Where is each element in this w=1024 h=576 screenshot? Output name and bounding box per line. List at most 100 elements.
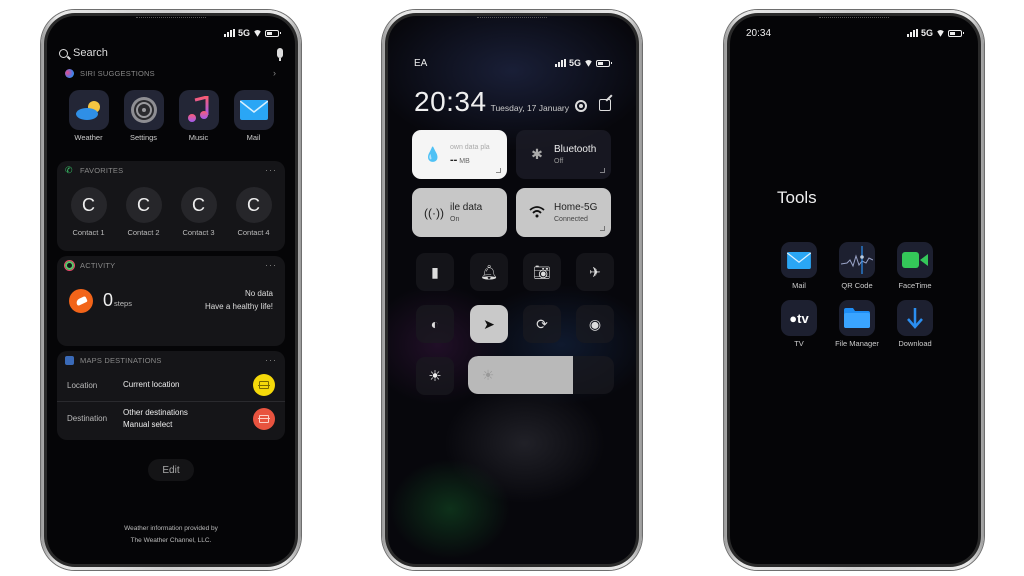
battery-icon <box>596 59 612 67</box>
signal-icon <box>223 29 235 37</box>
expand-handle-icon <box>600 226 605 231</box>
app-mail[interactable]: Mail <box>770 242 828 290</box>
favorite-contact[interactable]: C Contact 4 <box>227 187 281 237</box>
search-bar[interactable]: Search <box>59 44 283 62</box>
status-bar: 5G <box>63 26 281 40</box>
app-qr-code[interactable]: QR Code <box>828 242 886 290</box>
wifi-tile[interactable]: Home-5G Connected <box>516 188 611 237</box>
widget-title: MAPS DESTINATIONS <box>80 355 162 365</box>
app-label: FaceTime <box>898 281 932 290</box>
clock-header: 20:34 Tuesday, 17 January <box>414 86 569 118</box>
wifi-icon <box>253 30 262 37</box>
app-label: Download <box>898 339 932 348</box>
row-value: Current location <box>123 380 180 389</box>
speaker-grille <box>136 17 206 19</box>
steps-count: 0 <box>103 290 114 311</box>
app-facetime[interactable]: FaceTime <box>886 242 944 290</box>
attribution-line: Weather information provided by <box>124 525 218 532</box>
contact-name: Contact 4 <box>237 228 270 237</box>
app-label: Mail <box>792 281 806 290</box>
avatar: C <box>180 187 217 223</box>
wifi-icon <box>936 30 945 37</box>
phone-today-view: 5G Search SIRI SUGGESTIONS › Weather Set… <box>41 10 301 570</box>
notifications-toggle[interactable]: 🔔︎ <box>470 253 508 291</box>
favorite-contact[interactable]: C Contact 2 <box>117 187 171 237</box>
download-icon <box>897 300 933 336</box>
flashlight-icon: ▮ <box>431 263 439 280</box>
airplane-icon: ✈ <box>589 263 601 280</box>
rotation-lock-toggle[interactable]: ⟳ <box>523 305 561 343</box>
app-music[interactable]: Music <box>174 90 224 142</box>
app-tv[interactable]: ●tv TV <box>770 300 828 348</box>
scan-button[interactable] <box>253 374 275 396</box>
tile-state: Connected <box>554 216 588 223</box>
widget-title: ACTIVITY <box>80 260 116 270</box>
app-mail[interactable]: Mail <box>229 90 279 142</box>
water-drop-icon: 💧 <box>424 146 442 162</box>
location-toggle[interactable]: ➤ <box>470 305 508 343</box>
favorite-contact[interactable]: C Contact 1 <box>62 187 116 237</box>
folder-title[interactable]: Tools <box>777 188 817 208</box>
app-label: File Manager <box>835 339 879 348</box>
phone-icon: ✆ <box>65 164 73 175</box>
row-value: Other destinations <box>123 407 188 417</box>
app-settings[interactable]: Settings <box>119 90 169 142</box>
favorites-widget: ✆ FAVORITES ··· C Contact 1 C Contact 2 CC… <box>57 161 285 251</box>
contact-name: Contact 3 <box>182 228 215 237</box>
folder-app-grid: Mail QR Code FaceTime ●tv TV File Manage… <box>770 242 950 348</box>
folder-icon <box>839 300 875 336</box>
status-bar: 20:34 5G <box>746 26 964 40</box>
weather-icon <box>68 90 109 130</box>
clock: 20:34 <box>414 86 487 117</box>
search-input[interactable]: Search <box>73 47 277 59</box>
data-plan-tile[interactable]: 💧 own data pla -- MB <box>412 130 507 179</box>
date: Tuesday, 17 January <box>490 103 570 113</box>
favorite-contact[interactable]: C Contact 3 <box>172 187 226 237</box>
contact-name: Contact 2 <box>127 228 160 237</box>
bluetooth-off-icon: ✱ <box>531 146 543 162</box>
mobile-data-tile[interactable]: ((·)) ile data On <box>412 188 507 237</box>
app-weather[interactable]: Weather <box>64 90 114 142</box>
screen-record-toggle[interactable]: ◉ <box>576 305 614 343</box>
camera-icon: 📷︎ <box>533 263 551 280</box>
search-icon <box>59 48 68 58</box>
edit-button[interactable]: Edit <box>148 459 194 481</box>
expand-handle-icon <box>496 168 501 173</box>
siri-suggestions-widget: SIRI SUGGESTIONS › Weather Settings Musi… <box>57 66 285 158</box>
map-row-destination[interactable]: Destination Other destinations Manual sel… <box>57 401 285 435</box>
rotation-lock-icon: ⟳ <box>536 315 548 332</box>
brightness-slider[interactable]: ☀ <box>468 356 614 394</box>
network-label: 5G <box>920 28 933 38</box>
location-arrow-icon: ➤ <box>483 315 495 332</box>
apple-tv-icon: ●tv <box>781 300 817 336</box>
auto-brightness-toggle[interactable]: ☀ <box>416 357 454 395</box>
widget-title: FAVORITES <box>80 165 124 175</box>
app-label: QR Code <box>841 281 873 290</box>
chevron-right-icon[interactable]: › <box>273 68 277 78</box>
bluetooth-tile[interactable]: ✱ Bluetooth Off <box>516 130 611 179</box>
flashlight-toggle[interactable]: ▮ <box>416 253 454 291</box>
more-options-icon[interactable]: ··· <box>265 260 277 270</box>
maps-destinations-widget: MAPS DESTINATIONS ··· Location Current l… <box>57 351 285 440</box>
speaker-grille <box>819 17 889 19</box>
widget-title: SIRI SUGGESTIONS <box>80 68 155 78</box>
contact-name: Contact 1 <box>72 228 105 237</box>
contrast-icon: ◐ <box>430 316 440 332</box>
activity-widget: ACTIVITY ··· 0 steps No data Have a heal… <box>57 256 285 346</box>
airplane-mode-toggle[interactable]: ✈ <box>576 253 614 291</box>
activity-rings-icon <box>65 260 74 270</box>
activity-status: No data <box>244 289 273 298</box>
scan-button[interactable] <box>253 407 275 430</box>
microphone-icon[interactable] <box>277 48 283 61</box>
settings-gear-icon[interactable] <box>575 100 587 112</box>
camera-toggle[interactable]: 📷︎ <box>523 253 561 291</box>
app-file-manager[interactable]: File Manager <box>828 300 886 348</box>
more-options-icon[interactable]: ··· <box>265 165 277 175</box>
app-download[interactable]: Download <box>886 300 944 348</box>
map-row-location[interactable]: Location Current location <box>57 369 285 401</box>
more-options-icon[interactable]: ··· <box>265 355 277 365</box>
dark-mode-toggle[interactable]: ◐ <box>416 305 454 343</box>
steps-unit: steps <box>114 299 132 309</box>
edit-icon[interactable] <box>599 99 611 111</box>
app-label: Mail <box>246 133 261 142</box>
